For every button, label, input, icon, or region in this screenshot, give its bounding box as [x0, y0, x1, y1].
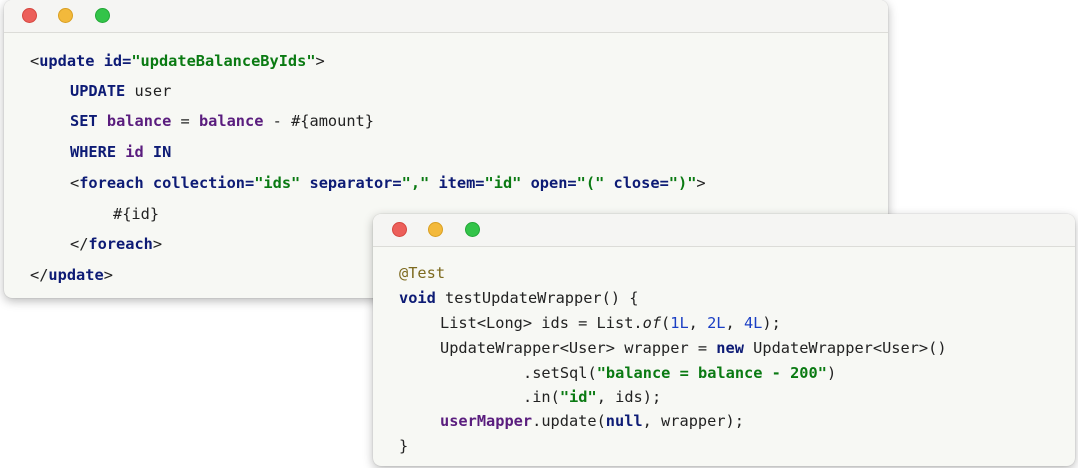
code-token: void [399, 289, 436, 307]
code-token: update [39, 52, 95, 70]
code-token: item= [438, 174, 485, 192]
code-token: > [315, 52, 325, 70]
code-token: < [70, 174, 80, 192]
maximize-icon[interactable] [465, 222, 480, 237]
code-line: userMapper.update(null, wrapper); [440, 411, 744, 431]
code-token: id [125, 143, 144, 161]
code-token: collection= [152, 174, 255, 192]
code-token: - #{amount} [263, 112, 374, 130]
code-token: open= [530, 174, 577, 192]
minimize-icon[interactable] [58, 8, 73, 23]
code-token: , ids); [596, 388, 662, 406]
code-line: <foreach collection="ids" separator="," … [70, 173, 706, 193]
window-titlebar [4, 0, 888, 33]
code-token: "ids" [254, 174, 301, 192]
code-token: , [688, 314, 708, 332]
minimize-icon[interactable] [428, 222, 443, 237]
code-line: WHERE id IN [70, 142, 171, 162]
code-token: of [642, 314, 662, 332]
code-token: close= [613, 174, 669, 192]
code-token: 4L [743, 314, 763, 332]
code-token: IN [152, 143, 172, 161]
code-line: UPDATE user [70, 81, 171, 101]
code-token: user [125, 82, 172, 100]
code-token: List<Long> ids = List. [440, 314, 643, 332]
code-line: <update id="updateBalanceByIds"> [30, 51, 325, 71]
code-token: 1L [670, 314, 689, 332]
code-token: </ [30, 266, 49, 284]
code-token: SET [70, 112, 98, 130]
code-token: "id" [559, 388, 597, 406]
code-token: balance [106, 112, 172, 130]
code-token: ); [762, 314, 781, 332]
code-token: "updateBalanceByIds" [131, 52, 316, 70]
code-token: foreach [79, 174, 144, 192]
code-line: .setSql("balance = balance - 200") [523, 363, 836, 383]
code-line: List<Long> ids = List.of(1L, 2L, 4L); [440, 313, 781, 333]
code-token: separator= [309, 174, 402, 192]
code-line: @Test [399, 263, 445, 283]
close-icon[interactable] [392, 222, 407, 237]
code-token: foreach [88, 235, 153, 253]
code-token: ) [826, 364, 837, 382]
code-line: SET balance = balance - #{amount} [70, 111, 374, 131]
code-token: id= [103, 52, 132, 70]
code-token: < [30, 52, 40, 70]
code-token: "id" [484, 174, 522, 192]
code-token: } [399, 437, 409, 455]
code-token: > [152, 235, 163, 253]
maximize-icon[interactable] [95, 8, 110, 23]
code-token: "," [401, 174, 430, 192]
code-token: ( [661, 314, 671, 332]
close-icon[interactable] [22, 8, 37, 23]
code-token: null [605, 412, 643, 430]
code-token: > [696, 174, 706, 192]
code-token: > [103, 266, 113, 284]
code-token: </ [70, 235, 89, 253]
code-token: 2L [707, 314, 726, 332]
code-token: update [48, 266, 104, 284]
code-line: #{id} [113, 204, 159, 224]
code-token: userMapper [440, 412, 533, 430]
code-line: } [399, 436, 408, 456]
code-token: @Test [399, 264, 446, 282]
code-line: void testUpdateWrapper() { [399, 288, 638, 308]
code-token: ")" [668, 174, 697, 192]
code-line: </update> [30, 265, 113, 285]
code-token: .update( [532, 412, 606, 430]
code-token: , [725, 314, 744, 332]
code-line: .in("id", ids); [523, 387, 661, 407]
code-token: balance [198, 112, 264, 130]
code-token: new [716, 339, 744, 357]
code-token: UPDATE [70, 82, 126, 100]
code-token: UpdateWrapper<User> wrapper = [440, 339, 717, 357]
code-token: "(" [576, 174, 605, 192]
code-token: = [171, 112, 199, 130]
code-window-java-test: @Test void testUpdateWrapper() { List<Long… [373, 214, 1075, 466]
code-token: .setSql( [523, 364, 597, 382]
code-token: #{id} [113, 205, 160, 223]
code-token: .in( [523, 388, 560, 406]
code-token: testUpdateWrapper() { [435, 289, 639, 307]
window-titlebar [373, 214, 1075, 247]
code-token: "balance = balance - 200" [596, 364, 827, 382]
code-token: , wrapper); [642, 412, 744, 430]
code-token: UpdateWrapper<User>() [743, 339, 947, 357]
code-line: UpdateWrapper<User> wrapper = new Update… [440, 338, 947, 358]
code-line: </foreach> [70, 234, 162, 254]
code-token: WHERE [70, 143, 117, 161]
